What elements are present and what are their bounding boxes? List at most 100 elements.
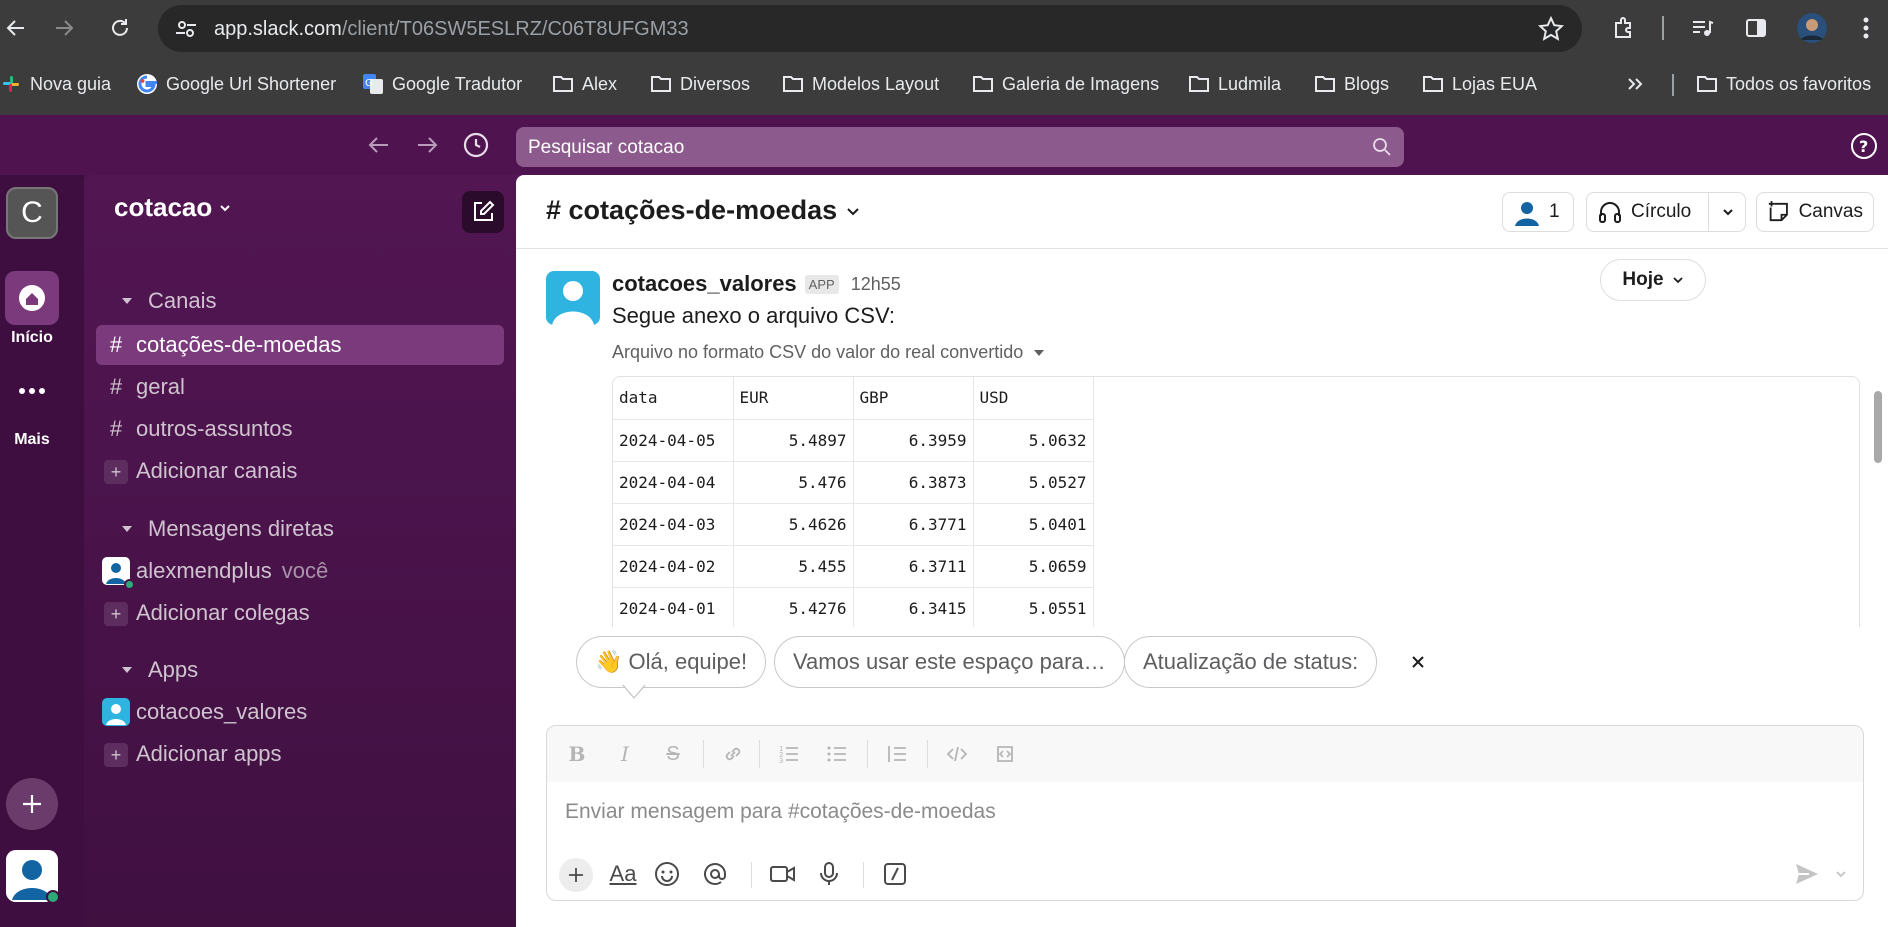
url-text[interactable]: app.slack.com/client/T06SW5ESLRZ/C06T8UF…	[214, 18, 689, 41]
workspace-name-button[interactable]: cotacao	[114, 192, 232, 223]
compose-button[interactable]	[462, 191, 504, 233]
address-bar[interactable]: app.slack.com/client/T06SW5ESLRZ/C06T8UF…	[158, 5, 1582, 52]
side-panel-icon[interactable]	[1740, 12, 1772, 44]
sidebar-dm-alexmendplus[interactable]: alexmendplus você	[96, 551, 504, 591]
history-back-icon[interactable]	[366, 133, 392, 157]
file-title-toggle[interactable]: Arquivo no formato CSV do valor do real …	[612, 342, 1045, 363]
bullet-list-icon[interactable]	[823, 740, 851, 768]
blockquote-icon[interactable]	[883, 740, 911, 768]
reload-icon[interactable]	[104, 12, 136, 44]
workspace-switcher[interactable]: C	[6, 187, 58, 239]
date-divider-button[interactable]: Hoje	[1600, 259, 1706, 301]
suggestion-chip[interactable]: Atualização de status:	[1124, 636, 1378, 688]
bookmark-star-icon[interactable]	[1538, 16, 1564, 42]
search-input[interactable]: Pesquisar cotacao	[516, 127, 1404, 167]
message-input[interactable]: Enviar mensagem para #cotações-de-moedas	[565, 800, 996, 824]
home-button[interactable]	[5, 271, 59, 325]
add-workspace-button[interactable]	[6, 778, 58, 830]
sidebar-channel-outros-assuntos[interactable]: # outros-assuntos	[96, 409, 504, 449]
csv-cell: 2024-04-02	[613, 545, 734, 588]
bookmark-folder[interactable]: Diversos	[650, 70, 750, 98]
more-icon[interactable]	[12, 371, 52, 411]
bookmark-item[interactable]: Google Url Shortener	[136, 70, 336, 98]
plus-icon: +	[96, 600, 136, 626]
shortcuts-slash-icon[interactable]	[879, 858, 911, 890]
message-author[interactable]: cotacoes_valores	[612, 271, 797, 297]
code-block-icon[interactable]	[991, 740, 1019, 768]
bookmark-folder[interactable]: Lojas EUA	[1422, 70, 1537, 98]
folder-icon	[1314, 73, 1336, 95]
google-icon	[136, 73, 158, 95]
csv-file-preview[interactable]: data EUR GBP USD 2024-04-05 5.4897 6.395…	[612, 376, 1860, 636]
csv-header-cell: GBP	[853, 377, 974, 420]
sidebar-app-cotacoes-valores[interactable]: cotacoes_valores	[96, 692, 504, 732]
ordered-list-icon[interactable]: 123	[775, 740, 803, 768]
apps-section-header[interactable]: Apps	[120, 657, 198, 683]
microphone-icon[interactable]	[813, 858, 845, 890]
browser-toolbar: app.slack.com/client/T06SW5ESLRZ/C06T8UF…	[0, 0, 1888, 56]
channel-title-button[interactable]: # cotações-de-moedas	[546, 195, 861, 226]
members-button[interactable]: 1	[1502, 192, 1574, 232]
bold-icon[interactable]: B	[563, 740, 591, 768]
italic-icon[interactable]: I	[611, 740, 639, 768]
csv-cell: 2024-04-04	[613, 461, 734, 504]
add-channels-button[interactable]: + Adicionar canais	[96, 451, 504, 491]
site-settings-icon[interactable]	[174, 17, 198, 41]
csv-row: 2024-04-05 5.4897 6.3959 5.0632	[613, 419, 1094, 462]
bookmark-folder[interactable]: Alex	[552, 70, 617, 98]
more-bookmarks-chevron-icon[interactable]	[1626, 70, 1644, 98]
profile-avatar[interactable]	[1796, 12, 1828, 44]
bookmark-folder[interactable]: Modelos Layout	[782, 70, 939, 98]
video-clip-icon[interactable]	[767, 858, 799, 890]
send-icon[interactable]	[1791, 858, 1823, 890]
channels-section-header[interactable]: Canais	[120, 288, 216, 314]
media-control-icon[interactable]	[1686, 12, 1718, 44]
suggestion-chip[interactable]: 👋 Olá, equipe!	[576, 636, 767, 688]
history-forward-icon[interactable]	[414, 133, 440, 157]
slack-topbar: Pesquisar cotacao ?	[0, 115, 1888, 175]
add-colleagues-button[interactable]: + Adicionar colegas	[96, 593, 504, 633]
bookmark-item[interactable]: Nova guia	[0, 70, 111, 98]
strikethrough-icon[interactable]: S	[659, 740, 687, 768]
folder-icon	[782, 73, 804, 95]
sidebar-channel-cotacoes-de-moedas[interactable]: # cotações-de-moedas	[96, 325, 504, 365]
message-time[interactable]: 12h55	[851, 274, 901, 295]
extensions-icon[interactable]	[1608, 12, 1640, 44]
canvas-button[interactable]: Canvas	[1756, 192, 1874, 232]
scrollbar-thumb[interactable]	[1874, 391, 1882, 463]
home-label: Início	[11, 329, 53, 346]
all-bookmarks-folder[interactable]: Todos os favoritos	[1696, 70, 1871, 98]
user-avatar-icon	[96, 557, 136, 590]
more-label: Mais	[14, 431, 50, 448]
back-icon[interactable]	[0, 12, 32, 44]
bookmark-folder[interactable]: Blogs	[1314, 70, 1389, 98]
dm-section-header[interactable]: Mensagens diretas	[120, 516, 334, 542]
mention-icon[interactable]	[699, 858, 731, 890]
online-status-dot	[46, 890, 60, 904]
sidebar-channel-geral[interactable]: # geral	[96, 367, 504, 407]
code-icon[interactable]	[943, 740, 971, 768]
forward-icon[interactable]	[48, 12, 80, 44]
browser-menu-icon[interactable]	[1850, 12, 1882, 44]
chevron-down-icon	[1722, 209, 1733, 216]
bookmark-item[interactable]: G Google Tradutor	[362, 70, 522, 98]
csv-cell: 2024-04-05	[613, 419, 734, 462]
bookmark-folder[interactable]: Galeria de Imagens	[972, 70, 1159, 98]
chevron-down-icon	[1672, 277, 1683, 284]
add-apps-button[interactable]: + Adicionar apps	[96, 734, 504, 774]
history-clock-icon[interactable]	[462, 131, 490, 159]
close-suggestions-icon[interactable]	[1406, 650, 1430, 674]
send-options-chevron-icon[interactable]	[1825, 858, 1857, 890]
attach-plus-icon[interactable]	[559, 858, 593, 892]
message-avatar[interactable]	[546, 271, 600, 325]
link-icon[interactable]	[719, 740, 747, 768]
csv-cell: 5.455	[733, 545, 854, 588]
bookmark-folder[interactable]: Ludmila	[1188, 70, 1281, 98]
huddle-options-button[interactable]	[1708, 192, 1746, 232]
help-icon[interactable]: ?	[1850, 132, 1878, 160]
formatting-toggle-icon[interactable]: Aa	[607, 858, 639, 890]
csv-cell: 5.476	[733, 461, 854, 504]
suggestion-chip[interactable]: Vamos usar este espaço para…	[774, 636, 1125, 688]
chevron-down-icon	[220, 204, 230, 211]
emoji-icon[interactable]	[651, 858, 683, 890]
